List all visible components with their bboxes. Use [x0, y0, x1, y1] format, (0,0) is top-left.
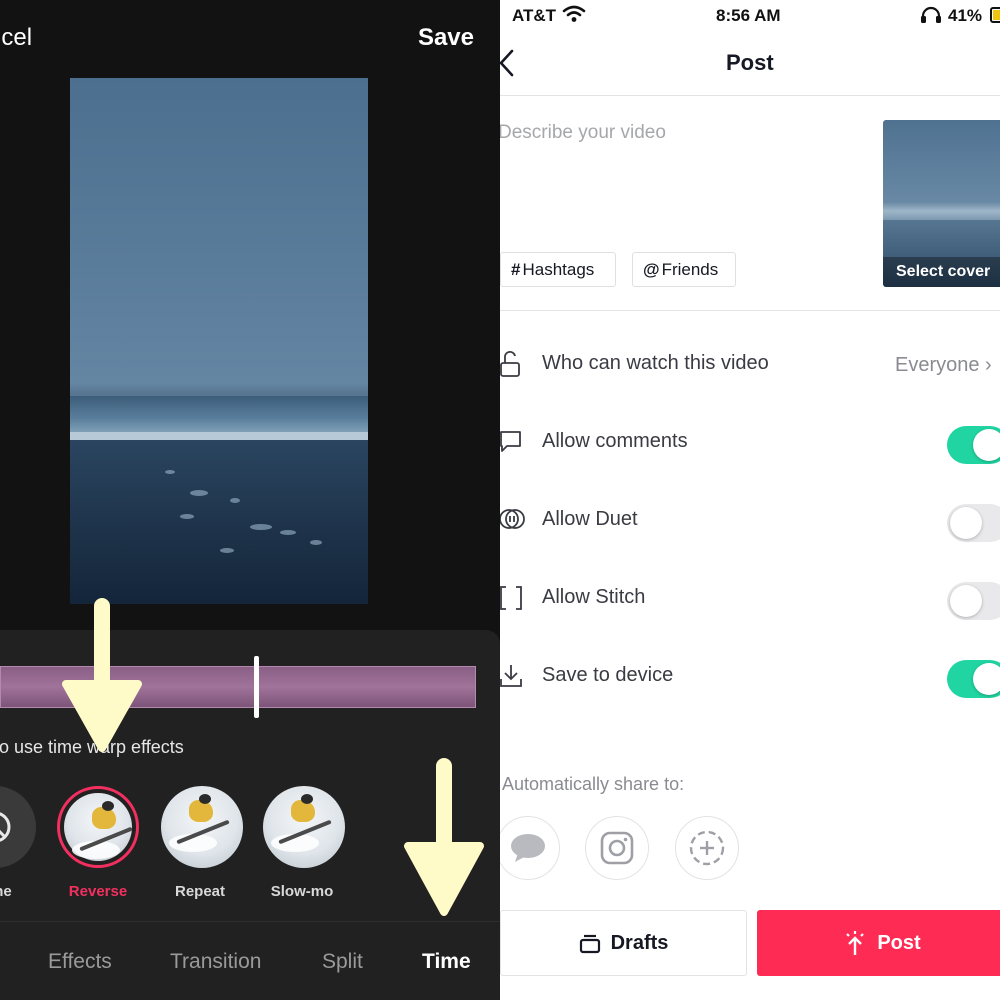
editor-tab-bar: Effects Transition Split Time [0, 921, 500, 1000]
friends-button[interactable]: @ Friends [632, 252, 736, 287]
skier-thumbnail [161, 786, 243, 868]
share-instagram-button[interactable] [585, 816, 649, 880]
download-icon [500, 665, 522, 687]
battery-percent: 41% [948, 6, 983, 25]
allow-stitch-row: Allow Stitch [500, 578, 1000, 620]
down-arrow-icon [404, 758, 484, 916]
drafts-label: Drafts [610, 931, 669, 954]
tab-time[interactable]: Time [422, 950, 471, 974]
back-chevron-icon[interactable] [500, 48, 518, 78]
effect-reverse-button[interactable] [57, 786, 139, 868]
post-icon [843, 930, 867, 956]
auto-share-label: Automatically share to: [502, 774, 685, 794]
preview-spray [310, 540, 322, 545]
save-to-device-toggle[interactable] [947, 660, 1000, 698]
drafts-icon [579, 932, 601, 954]
headphones-icon [921, 6, 941, 23]
down-arrow-icon [62, 598, 142, 752]
preview-sea [70, 396, 368, 432]
save-button[interactable]: Save [418, 24, 474, 52]
wifi-icon [562, 5, 586, 22]
share-messages-button[interactable] [500, 816, 560, 880]
hashtags-label: Hashtags [522, 259, 595, 279]
allow-comments-toggle[interactable] [947, 426, 1000, 464]
stitch-icon [500, 586, 522, 610]
who-can-watch-row[interactable]: Who can watch this video Everyone › [500, 344, 1000, 384]
effect-label-reverse: Reverse [68, 883, 128, 900]
who-can-watch-label: Who can watch this video [542, 352, 769, 374]
hashtag-icon: # [511, 259, 521, 279]
lock-icon [500, 351, 520, 377]
preview-spray [190, 490, 208, 496]
preview-foam [70, 432, 368, 440]
video-preview [70, 78, 368, 604]
effect-repeat-button[interactable] [161, 786, 243, 868]
post-screen: AT&T 8:56 AM 41% Post Describe your vide… [500, 0, 1000, 1000]
allow-stitch-label: Allow Stitch [542, 586, 646, 608]
allow-duet-toggle[interactable] [947, 504, 1000, 542]
tab-split[interactable]: Split [322, 950, 363, 974]
battery-icon [990, 7, 1000, 23]
comment-icon [500, 431, 521, 452]
select-cover-button[interactable]: Select cover [883, 120, 1000, 287]
hashtags-button[interactable]: # Hashtags [500, 252, 616, 287]
save-to-device-label: Save to device [542, 664, 674, 686]
skier-thumbnail [263, 786, 345, 868]
mention-icon: @ [643, 259, 660, 279]
preview-sand [70, 440, 368, 604]
preview-spray [165, 470, 175, 474]
tab-transition[interactable]: Transition [170, 950, 261, 974]
cancel-button[interactable]: ncel [0, 24, 32, 52]
duet-icon [500, 509, 525, 529]
description-input[interactable]: Describe your video [500, 122, 666, 144]
nav-bar: Post [500, 30, 1000, 96]
preview-spray [250, 524, 272, 530]
status-bar: AT&T 8:56 AM 41% [500, 0, 1000, 30]
post-button[interactable]: Post [757, 910, 1000, 976]
allow-comments-label: Allow comments [542, 430, 688, 452]
allow-stitch-toggle[interactable] [947, 582, 1000, 620]
preview-spray [280, 530, 296, 535]
preview-spray [230, 498, 240, 503]
none-icon [0, 812, 11, 842]
post-label: Post [877, 931, 921, 954]
share-add-button[interactable] [675, 816, 739, 880]
effect-slowmo-button[interactable] [263, 786, 345, 868]
effect-label-repeat: Repeat [174, 883, 226, 900]
timeline-playhead[interactable] [254, 656, 259, 718]
carrier-label: AT&T [512, 6, 557, 25]
video-editor-panel: ncel Save to use time warp effects [0, 0, 500, 1000]
instagram-icon [600, 831, 634, 865]
divider [500, 310, 1000, 311]
preview-spray [220, 548, 234, 553]
effect-label-slowmo: Slow-mo [270, 883, 334, 900]
allow-duet-label: Allow Duet [542, 508, 638, 530]
who-can-watch-value: Everyone › [895, 354, 992, 376]
allow-duet-row: Allow Duet [500, 500, 1000, 542]
friends-label: Friends [661, 259, 719, 279]
page-title: Post [726, 50, 774, 75]
skier-thumbnail [64, 793, 133, 861]
tab-effects[interactable]: Effects [48, 950, 112, 974]
clock: 8:56 AM [716, 6, 781, 25]
allow-comments-row: Allow comments [500, 422, 1000, 464]
preview-spray [180, 514, 194, 519]
drafts-button[interactable]: Drafts [500, 910, 747, 976]
select-cover-label: Select cover [883, 257, 1000, 287]
add-icon [689, 830, 725, 866]
cover-waves [883, 202, 1000, 220]
save-to-device-row: Save to device [500, 656, 1000, 698]
messages-icon [511, 834, 545, 862]
